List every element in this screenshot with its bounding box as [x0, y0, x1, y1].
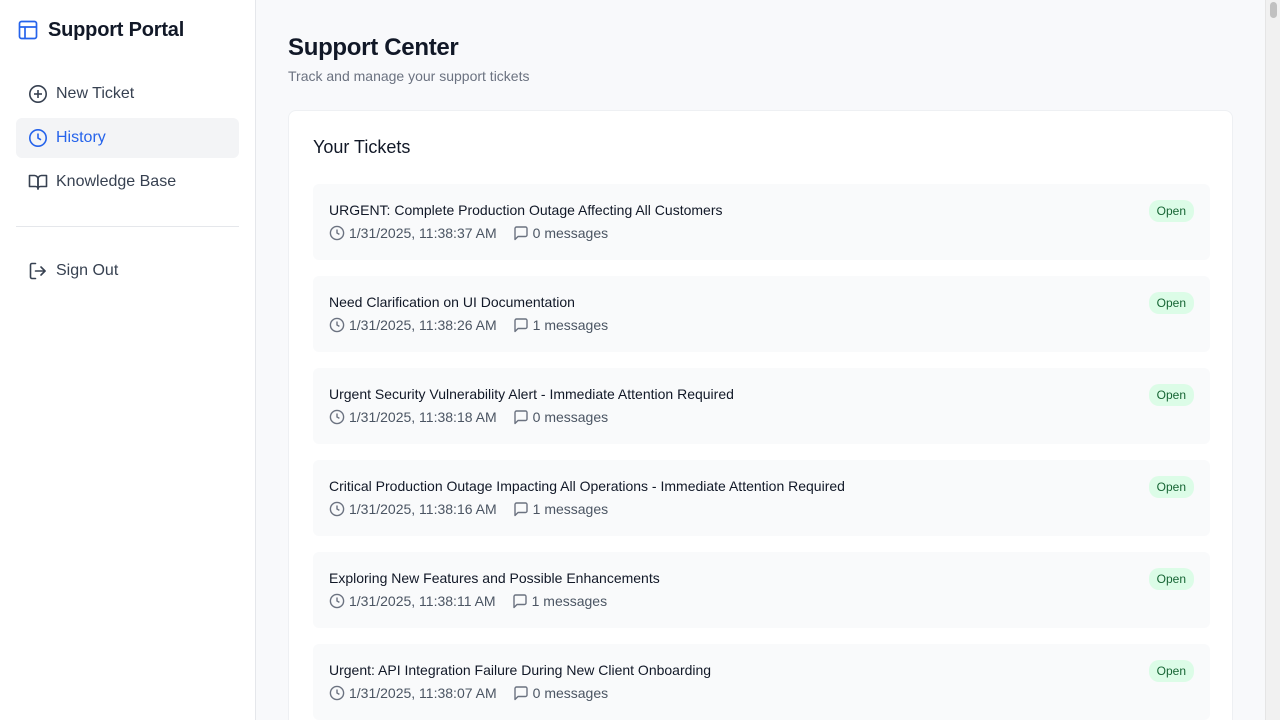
timestamp-text: 1/31/2025, 11:38:07 AM — [349, 685, 497, 701]
vertical-scrollbar[interactable] — [1265, 0, 1280, 720]
tickets-card: Your Tickets URGENT: Complete Production… — [288, 110, 1233, 720]
timestamp-text: 1/31/2025, 11:38:37 AM — [349, 225, 497, 241]
message-square-icon — [513, 409, 529, 425]
sidebar: Support Portal New Ticket History Knowle… — [0, 0, 256, 720]
log-out-icon — [28, 261, 48, 281]
message-square-icon — [512, 593, 528, 609]
clock-icon — [329, 409, 345, 425]
messages-text: 1 messages — [532, 317, 609, 333]
ticket-messages: 0 messages — [513, 409, 608, 425]
ticket-timestamp: 1/31/2025, 11:38:37 AM — [329, 225, 497, 241]
ticket-item[interactable]: Exploring New Features and Possible Enha… — [313, 552, 1210, 628]
clock-icon — [28, 128, 48, 148]
nav-item-history[interactable]: History — [16, 118, 239, 158]
message-square-icon — [513, 501, 529, 517]
ticket-title: Urgent Security Vulnerability Alert - Im… — [329, 386, 734, 402]
ticket-timestamp: 1/31/2025, 11:38:18 AM — [329, 409, 497, 425]
ticket-item[interactable]: Critical Production Outage Impacting All… — [313, 460, 1210, 536]
ticket-meta: 1/31/2025, 11:38:18 AM 0 messages — [329, 409, 1194, 425]
brand-title: Support Portal — [48, 18, 185, 41]
ticket-meta: 1/31/2025, 11:38:11 AM 1 messages — [329, 593, 1194, 609]
ticket-item[interactable]: Urgent: API Integration Failure During N… — [313, 644, 1210, 720]
status-badge: Open — [1148, 200, 1194, 222]
ticket-messages: 0 messages — [513, 225, 608, 241]
ticket-meta: 1/31/2025, 11:38:16 AM 1 messages — [329, 501, 1194, 517]
ticket-item[interactable]: Urgent Security Vulnerability Alert - Im… — [313, 368, 1210, 444]
messages-text: 0 messages — [532, 409, 609, 425]
sign-out-label: Sign Out — [56, 262, 119, 279]
status-badge: Open — [1148, 384, 1194, 406]
ticket-timestamp: 1/31/2025, 11:38:16 AM — [329, 501, 497, 517]
scrollbar-thumb[interactable] — [1270, 2, 1277, 18]
timestamp-text: 1/31/2025, 11:38:11 AM — [349, 593, 496, 609]
nav-item-label: New Ticket — [56, 85, 135, 102]
clock-icon — [329, 225, 345, 241]
plus-circle-icon — [28, 84, 48, 104]
timestamp-text: 1/31/2025, 11:38:18 AM — [349, 409, 497, 425]
clock-icon — [329, 501, 345, 517]
timestamp-text: 1/31/2025, 11:38:26 AM — [349, 317, 497, 333]
page-subtitle: Track and manage your support tickets — [288, 68, 530, 84]
ticket-messages: 0 messages — [513, 685, 608, 701]
status-badge: Open — [1148, 568, 1194, 590]
nav-item-label: History — [56, 129, 106, 146]
status-badge: Open — [1148, 476, 1194, 498]
messages-text: 0 messages — [532, 685, 609, 701]
message-square-icon — [513, 225, 529, 241]
brand: Support Portal — [16, 18, 239, 42]
ticket-timestamp: 1/31/2025, 11:38:26 AM — [329, 317, 497, 333]
messages-text: 1 messages — [532, 501, 609, 517]
ticket-timestamp: 1/31/2025, 11:38:07 AM — [329, 685, 497, 701]
ticket-title: Exploring New Features and Possible Enha… — [329, 570, 660, 586]
message-square-icon — [513, 317, 529, 333]
ticket-title: Urgent: API Integration Failure During N… — [329, 662, 712, 678]
nav-item-new-ticket[interactable]: New Ticket — [16, 74, 239, 114]
messages-text: 1 messages — [531, 593, 608, 609]
nav-item-label: Knowledge Base — [56, 173, 177, 190]
ticket-messages: 1 messages — [513, 317, 608, 333]
ticket-messages: 1 messages — [513, 501, 608, 517]
timestamp-text: 1/31/2025, 11:38:16 AM — [349, 501, 497, 517]
page-title: Support Center — [288, 34, 459, 61]
clock-icon — [329, 685, 345, 701]
ticket-title: Need Clarification on UI Documentation — [329, 294, 575, 310]
clock-icon — [329, 593, 345, 609]
ticket-title: URGENT: Complete Production Outage Affec… — [329, 202, 723, 218]
sign-out-button[interactable]: Sign Out — [16, 251, 239, 291]
status-badge: Open — [1148, 660, 1194, 682]
ticket-timestamp: 1/31/2025, 11:38:11 AM — [329, 593, 496, 609]
ticket-title: Critical Production Outage Impacting All… — [329, 478, 845, 494]
layout-icon — [18, 20, 38, 40]
ticket-meta: 1/31/2025, 11:38:37 AM 0 messages — [329, 225, 1194, 241]
nav-item-knowledge-base[interactable]: Knowledge Base — [16, 162, 239, 202]
ticket-list: URGENT: Complete Production Outage Affec… — [313, 184, 1210, 720]
ticket-meta: 1/31/2025, 11:38:26 AM 1 messages — [329, 317, 1194, 333]
messages-text: 0 messages — [532, 225, 609, 241]
ticket-messages: 1 messages — [512, 593, 607, 609]
status-badge: Open — [1148, 292, 1194, 314]
app-root: Support Portal New Ticket History Knowle… — [0, 0, 1280, 720]
nav-divider — [16, 226, 239, 227]
ticket-meta: 1/31/2025, 11:38:07 AM 0 messages — [329, 685, 1194, 701]
message-square-icon — [513, 685, 529, 701]
ticket-item[interactable]: URGENT: Complete Production Outage Affec… — [313, 184, 1210, 260]
card-title: Your Tickets — [313, 137, 411, 157]
clock-icon — [329, 317, 345, 333]
ticket-item[interactable]: Need Clarification on UI Documentation 1… — [313, 276, 1210, 352]
book-open-icon — [28, 172, 48, 192]
main-content: Support Center Track and manage your sup… — [256, 0, 1280, 720]
